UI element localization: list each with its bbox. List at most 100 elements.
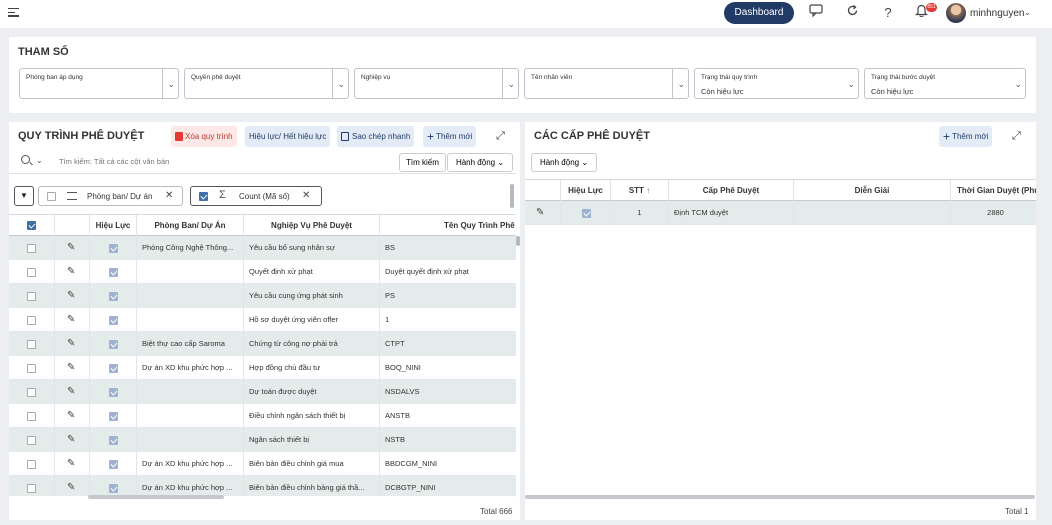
filter-toggle-button[interactable]: ▼ — [14, 186, 34, 206]
row-checkbox[interactable] — [27, 411, 36, 421]
avatar[interactable] — [946, 3, 966, 23]
expand-icon[interactable]: ⤢ — [496, 130, 505, 143]
row-checkbox[interactable] — [27, 459, 36, 469]
sort-asc-icon[interactable]: ↑ — [646, 186, 650, 195]
refresh-icon[interactable] — [842, 3, 862, 23]
table-row[interactable]: ✎ Điều chỉnh ngân sách thiết bị ANSTB — [9, 404, 516, 428]
validity-checkbox[interactable] — [109, 483, 118, 493]
edit-pencil-icon[interactable]: ✎ — [67, 332, 75, 355]
validity-checkbox[interactable] — [109, 267, 118, 277]
table-row[interactable]: ✎ Hồ sơ duyệt ứng viên offer 1 — [9, 308, 516, 332]
chevron-down-icon[interactable]: ⌄ — [36, 156, 43, 165]
add-process-button[interactable]: + Thêm mới — [423, 126, 477, 147]
table-vertical-scrollbar[interactable] — [516, 236, 520, 246]
row-checkbox[interactable] — [27, 483, 36, 493]
department-select[interactable]: Phòng ban áp dụng ⌄ — [19, 68, 179, 99]
action-button[interactable]: Hành động ⌄ — [447, 153, 513, 172]
validity-checkbox[interactable] — [109, 435, 118, 445]
edit-pencil-icon[interactable]: ✎ — [67, 236, 75, 259]
edit-pencil-icon[interactable]: ✎ — [67, 428, 75, 451]
group-chip[interactable]: Phòng ban/ Dự án ✕ — [38, 186, 183, 206]
col-header-time[interactable]: Thời Gian Duyệt (Phút) — [950, 180, 1036, 201]
row-checkbox[interactable] — [27, 339, 36, 349]
count-chip[interactable]: Σ Count (Mã số) ✕ — [190, 186, 322, 206]
validity-checkbox[interactable] — [582, 208, 591, 218]
col-header-validity[interactable]: Hiệu Lực — [560, 180, 610, 201]
table-row[interactable]: ✎ Dự án XD khu phức hợp ... Biên bản điều … — [9, 452, 516, 476]
filter-scrollbar[interactable] — [510, 184, 514, 208]
dashboard-button[interactable]: Dashboard — [724, 2, 794, 24]
chevron-down-icon[interactable]: ⌄ — [507, 79, 515, 90]
chevron-down-icon[interactable]: ⌄ — [1014, 79, 1022, 90]
row-checkbox[interactable] — [27, 243, 36, 253]
validity-checkbox[interactable] — [109, 243, 118, 253]
expand-icon[interactable]: ⤢ — [1012, 130, 1021, 143]
delete-process-button[interactable]: Xóa quy trình — [171, 126, 237, 147]
edit-pencil-icon[interactable]: ✎ — [67, 380, 75, 403]
employee-select[interactable]: Tên nhân viên ⌄ — [524, 68, 689, 99]
chevron-down-icon[interactable]: ⌄ — [337, 79, 345, 90]
row-checkbox[interactable] — [27, 363, 36, 373]
row-checkbox[interactable] — [27, 315, 36, 325]
right-action-button[interactable]: Hành động ⌄ — [531, 153, 597, 172]
validity-checkbox[interactable] — [109, 411, 118, 421]
chip-checkbox[interactable] — [47, 192, 56, 201]
close-icon[interactable]: ✕ — [302, 190, 310, 201]
edit-pencil-icon[interactable]: ✎ — [67, 284, 75, 307]
col-header-department[interactable]: Phòng Ban/ Dự Án — [136, 215, 243, 236]
hamburger-icon[interactable] — [8, 8, 19, 18]
business-select[interactable]: Nghiệp vụ ⌄ — [354, 68, 519, 99]
col-header-level[interactable]: Cấp Phê Duyệt — [668, 180, 793, 201]
chevron-down-icon[interactable]: ⌄ — [847, 79, 855, 90]
edit-pencil-icon[interactable]: ✎ — [67, 452, 75, 475]
levels-table-row[interactable]: ✎ 1 Định TCM duyệt 2880 — [525, 201, 1036, 225]
search-icon[interactable] — [21, 155, 30, 164]
col-header-process-name[interactable]: Tên Quy Trình Phê Duyệt — [379, 215, 516, 236]
table-row[interactable]: ✎ Dự án XD khu phức hợp ... Hợp đồng chủ đ… — [9, 356, 516, 380]
row-checkbox[interactable] — [27, 435, 36, 445]
username-label[interactable]: minhnguyen — [970, 8, 1024, 19]
edit-pencil-icon[interactable]: ✎ — [67, 308, 75, 331]
chat-icon[interactable] — [806, 3, 826, 23]
levels-horizontal-scrollbar[interactable] — [525, 495, 1035, 499]
chevron-down-icon[interactable]: ⌄ — [677, 79, 685, 90]
table-row[interactable]: ✎ Yêu cầu cung ứng phát sinh PS — [9, 284, 516, 308]
process-status-select[interactable]: Trạng thái quy trình Còn hiệu lực ⌄ — [694, 68, 859, 99]
step-status-select[interactable]: Trạng thái bước duyệt Còn hiệu lực ⌄ — [864, 68, 1026, 99]
validity-checkbox[interactable] — [109, 459, 118, 469]
validity-checkbox[interactable] — [109, 387, 118, 397]
row-checkbox[interactable] — [27, 387, 36, 397]
validity-checkbox[interactable] — [109, 315, 118, 325]
edit-pencil-icon[interactable]: ✎ — [67, 476, 75, 496]
table-row[interactable]: ✎ Dự án XD khu phức hợp ... Biên bản điều … — [9, 476, 516, 496]
toggle-validity-button[interactable]: Hiệu lực/ Hết hiệu lực — [245, 126, 331, 147]
table-row[interactable]: ✎ Quyết định xử phạt Duyệt quyết định xử p… — [9, 260, 516, 284]
edit-pencil-icon[interactable]: ✎ — [67, 260, 75, 283]
table-row[interactable]: ✎ Ngân sách thiết bị NSTB — [9, 428, 516, 452]
table-row[interactable]: ✎ Dự toán được duyệt NSDALVS — [9, 380, 516, 404]
edit-pencil-icon[interactable]: ✎ — [536, 201, 544, 224]
table-row[interactable]: ✎ Biệt thự cao cấp Saroma Chứng từ công nợ… — [9, 332, 516, 356]
table-row[interactable]: ✎ Phòng Công Nghệ Thông... Yêu cầu bổ sung… — [9, 236, 516, 260]
edit-pencil-icon[interactable]: ✎ — [67, 404, 75, 427]
row-checkbox[interactable] — [27, 291, 36, 301]
col-header-business[interactable]: Nghiệp Vụ Phê Duyệt — [243, 215, 379, 236]
help-icon[interactable]: ? — [878, 3, 898, 23]
close-icon[interactable]: ✕ — [165, 190, 173, 201]
validity-checkbox[interactable] — [109, 291, 118, 301]
row-checkbox[interactable] — [27, 267, 36, 277]
validity-checkbox[interactable] — [109, 363, 118, 373]
col-header-description[interactable]: Diễn Giải — [793, 180, 950, 201]
chip-checkbox[interactable] — [199, 192, 208, 201]
col-header-validity[interactable]: Hiệu Lực — [89, 215, 136, 236]
chevron-down-icon[interactable]: ⌄ — [1024, 8, 1031, 17]
chevron-down-icon[interactable]: ⌄ — [167, 79, 175, 90]
quick-copy-button[interactable]: Sao chép nhanh — [337, 126, 415, 147]
search-input[interactable] — [59, 155, 389, 168]
col-header-stt[interactable]: STT ↑ — [610, 180, 668, 201]
validity-checkbox[interactable] — [109, 339, 118, 349]
edit-pencil-icon[interactable]: ✎ — [67, 356, 75, 379]
table-horizontal-scrollbar[interactable] — [88, 495, 224, 499]
add-level-button[interactable]: + Thêm mới — [939, 126, 993, 147]
search-button[interactable]: Tìm kiếm — [399, 153, 446, 172]
